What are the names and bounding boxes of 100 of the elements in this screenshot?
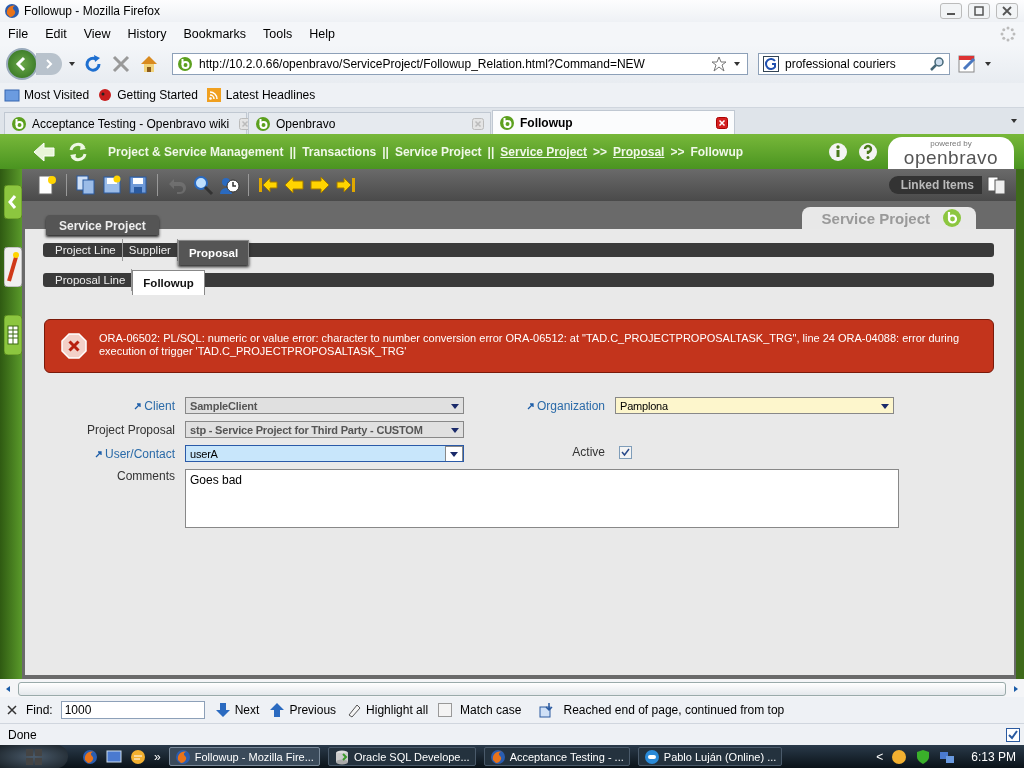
scroll-right-icon[interactable] — [1012, 685, 1020, 693]
search-icon[interactable] — [929, 56, 945, 72]
grid-icon[interactable] — [4, 315, 22, 355]
select-field[interactable]: userA — [185, 445, 464, 462]
menu-item[interactable]: History — [127, 26, 167, 41]
pencil-icon[interactable] — [4, 247, 22, 287]
next-button[interactable]: Next — [214, 702, 260, 718]
arrow-up-icon — [269, 702, 286, 718]
field-label: Active — [571, 445, 605, 459]
copy-record-icon[interactable] — [75, 174, 97, 196]
documents-icon[interactable] — [986, 174, 1008, 196]
browser-tab[interactable]: Openbravo — [248, 112, 491, 134]
error-icon — [61, 333, 87, 359]
tab-label: Openbravo — [276, 116, 336, 131]
tab-list-icon[interactable] — [1010, 117, 1018, 125]
field-link[interactable]: Client — [43, 398, 175, 413]
taskbar-item[interactable]: Oracle SQL Develope... — [327, 747, 476, 766]
wrap-icon — [539, 702, 556, 718]
search-engine-icon[interactable] — [763, 56, 779, 72]
close-button[interactable] — [996, 3, 1018, 19]
previous-button[interactable]: Previous — [269, 702, 337, 718]
info-icon[interactable] — [828, 141, 848, 162]
browser-tab[interactable]: Followup — [492, 110, 735, 134]
field-link[interactable]: User/Contact — [43, 446, 175, 461]
overflow-icon[interactable]: » — [154, 749, 161, 764]
close-tab-icon[interactable] — [716, 116, 728, 129]
help-icon[interactable] — [858, 141, 878, 162]
browser-tab[interactable]: Acceptance Testing - Openbravo wiki — [4, 112, 247, 134]
bookmark-item[interactable]: Most Visited — [4, 87, 90, 103]
comments-field[interactable]: Goes bad — [185, 469, 899, 528]
match-case-label[interactable]: Match case — [460, 703, 522, 717]
highlight-all-button[interactable]: Highlight all — [346, 702, 429, 718]
select-field[interactable]: SampleClient — [185, 397, 464, 414]
minimize-icon — [947, 13, 955, 15]
dropdown-icon[interactable] — [68, 60, 76, 68]
menu-item[interactable]: Help — [309, 26, 335, 41]
menu-item[interactable]: Edit — [45, 26, 67, 41]
linked-items-button[interactable]: Linked Items — [888, 176, 982, 194]
next-record-icon[interactable] — [309, 174, 331, 196]
sub-tab[interactable]: Project Line — [49, 239, 123, 261]
tray-shield-icon[interactable] — [915, 748, 932, 765]
address-field[interactable]: http://10.2.0.66/openbravo/ServiceProject/Followup_Relation.html?Command=NEW — [172, 53, 748, 75]
notepad-icon[interactable] — [956, 53, 978, 75]
new-document-icon[interactable] — [36, 174, 58, 196]
back-arrow-icon[interactable] — [32, 139, 56, 164]
level-tab[interactable]: Service Project — [46, 215, 159, 235]
select-field[interactable]: Pamplona — [615, 397, 894, 414]
site-icon — [499, 114, 515, 131]
task-label: Acceptance Testing - ... — [509, 750, 624, 763]
firefox-icon — [489, 748, 506, 765]
link-arrow-icon — [526, 401, 535, 410]
breadcrumb-item: Followup — [690, 144, 744, 159]
find-status: Reached end of page, continued from top — [563, 703, 785, 717]
taskbar-item[interactable]: Pablo Luján (Online) ... — [637, 747, 783, 766]
sub-tab[interactable]: Supplier — [122, 239, 178, 261]
menu-item[interactable]: Tools — [263, 26, 293, 41]
stop-icon[interactable] — [110, 53, 132, 75]
find-field[interactable]: 1000 — [60, 701, 205, 719]
star-icon[interactable] — [711, 56, 727, 72]
menu-item[interactable]: File — [8, 26, 29, 41]
desktop-icon[interactable] — [106, 748, 122, 765]
search-field[interactable]: professional couriers — [758, 53, 950, 75]
find-label: Find: — [26, 703, 53, 717]
taskbar-item[interactable]: Acceptance Testing - ... — [483, 747, 630, 766]
close-icon[interactable] — [6, 704, 18, 716]
firefox-icon[interactable] — [82, 748, 98, 765]
maximize-icon — [974, 6, 984, 16]
collapse-icon[interactable] — [4, 185, 22, 219]
minimize-button[interactable] — [940, 3, 962, 19]
bookmark-item[interactable]: Latest Headlines — [205, 87, 316, 103]
select-field[interactable]: stp - Service Project for Third Party - CUSTOM — [185, 421, 464, 438]
maximize-button[interactable] — [968, 3, 990, 19]
field-link[interactable]: Organization — [483, 398, 605, 413]
scroll-left-icon[interactable] — [4, 685, 12, 693]
breadcrumb-separator: >> — [670, 144, 685, 159]
start-button[interactable] — [0, 745, 68, 768]
breadcrumb-item: Transactions — [302, 144, 377, 159]
save-new-icon[interactable] — [101, 174, 123, 196]
close-icon — [1002, 6, 1012, 16]
search-icon[interactable] — [192, 174, 214, 196]
sub-tab[interactable]: Proposal — [177, 240, 250, 265]
menu-item[interactable]: View — [83, 26, 111, 41]
checkbox[interactable] — [619, 445, 632, 459]
tray-arrow[interactable]: < — [876, 749, 884, 764]
site-icon — [255, 115, 271, 132]
dropdown-icon[interactable] — [733, 60, 741, 68]
sub-tab[interactable]: Followup — [132, 270, 205, 295]
save-icon[interactable] — [127, 174, 149, 196]
taskbar-item[interactable]: Followup - Mozilla Fire... — [168, 747, 320, 766]
database-icon — [333, 748, 350, 765]
bookmark-item[interactable]: Getting Started — [97, 87, 198, 103]
chat-icon[interactable] — [130, 748, 146, 765]
menu-item[interactable]: Bookmarks — [183, 26, 246, 41]
breadcrumb-item: Service Project — [394, 144, 482, 159]
back-button[interactable] — [6, 48, 38, 80]
throbber-icon — [1000, 25, 1016, 42]
checkbox[interactable] — [438, 703, 453, 717]
previous-record-icon[interactable] — [283, 174, 305, 196]
scrollbar-thumb[interactable] — [18, 682, 1006, 696]
dropdown-icon[interactable] — [984, 60, 992, 68]
